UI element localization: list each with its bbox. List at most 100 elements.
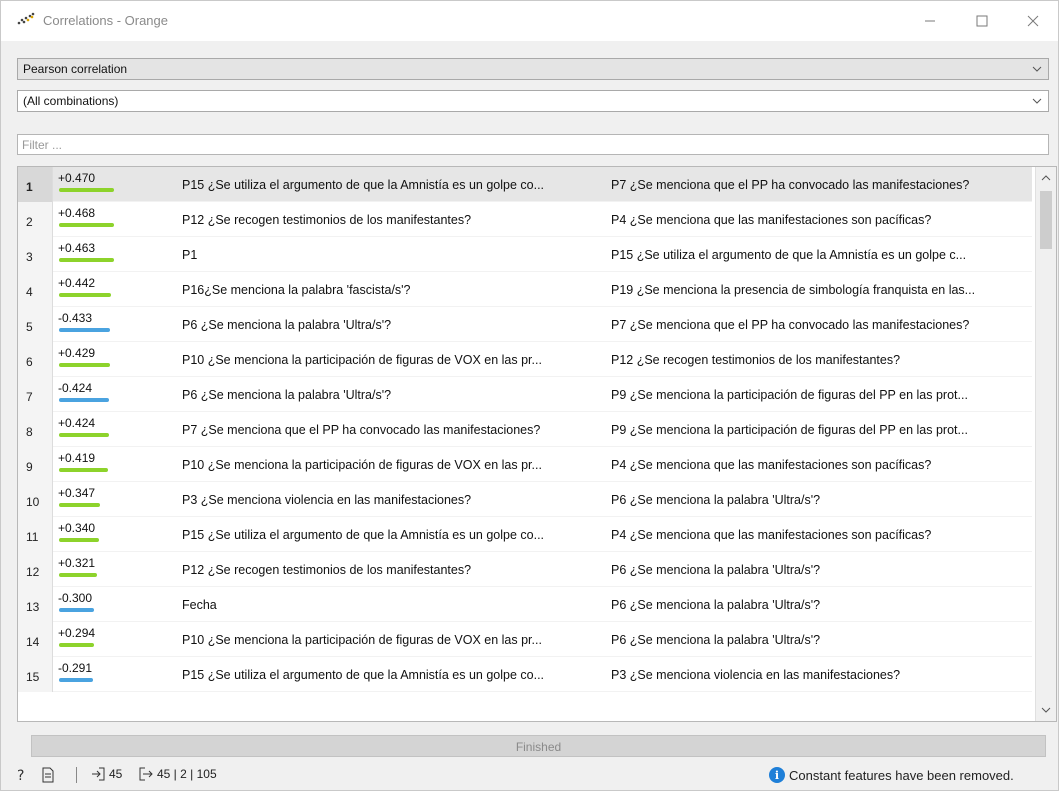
- correlation-value: +0.470: [58, 171, 96, 185]
- table-row[interactable]: 1 +0.470 P15 ¿Se utiliza el argumento de q…: [18, 167, 1032, 202]
- table-row[interactable]: 8 +0.424 P7 ¿Se menciona que el PP ha conv…: [18, 412, 1032, 447]
- correlation-value: +0.419: [58, 451, 96, 465]
- help-icon: ?: [17, 768, 24, 783]
- correlation-bar: [59, 258, 114, 262]
- correlation-value: +0.463: [58, 241, 96, 255]
- first-attribute: P10 ¿Se menciona la participación de fig…: [182, 353, 542, 367]
- status-bar: ? 45 45 | 2 | 105 i Constant features ha…: [1, 761, 1058, 789]
- feature-combination-value: (All combinations): [23, 94, 119, 108]
- filter-input[interactable]: [18, 135, 1048, 154]
- second-attribute: P4 ¿Se menciona que las manifestaciones …: [611, 458, 932, 472]
- chevron-down-icon: [1032, 66, 1042, 72]
- row-number: 2: [18, 202, 53, 237]
- output-arrow-icon: [139, 767, 153, 781]
- close-icon: [1027, 15, 1039, 27]
- correlation-value: +0.442: [58, 276, 96, 290]
- correlation-method-select[interactable]: Pearson correlation: [17, 58, 1049, 80]
- first-attribute: P12 ¿Se recogen testimonios de los manif…: [182, 213, 472, 227]
- row-number: 8: [18, 412, 53, 447]
- second-attribute: P6 ¿Se menciona la palabra 'Ultra/s'?: [611, 493, 821, 507]
- correlation-bar: [59, 188, 114, 192]
- second-attribute: P4 ¿Se menciona que las manifestaciones …: [611, 528, 932, 542]
- row-number: 9: [18, 447, 53, 482]
- correlation-value: +0.340: [58, 521, 96, 535]
- filter-box[interactable]: [17, 134, 1049, 155]
- feature-combination-select[interactable]: (All combinations): [17, 90, 1049, 112]
- info-icon: i: [769, 767, 785, 783]
- scroll-up-icon[interactable]: [1041, 173, 1051, 183]
- correlation-bar: [59, 643, 94, 647]
- table-row[interactable]: 5 -0.433 P6 ¿Se menciona la palabra 'Ultra…: [18, 307, 1032, 342]
- second-attribute: P3 ¿Se menciona violencia en las manifes…: [611, 668, 901, 682]
- table-row[interactable]: 15 -0.291 P15 ¿Se utiliza el argumento de …: [18, 657, 1032, 692]
- correlation-value: +0.294: [58, 626, 96, 640]
- table-row[interactable]: 9 +0.419 P10 ¿Se menciona la participación…: [18, 447, 1032, 482]
- second-attribute: P6 ¿Se menciona la palabra 'Ultra/s'?: [611, 598, 821, 612]
- input-arrow-icon: [92, 767, 105, 781]
- table-row[interactable]: 2 +0.468 P12 ¿Se recogen testimonios de lo…: [18, 202, 1032, 237]
- second-attribute: P6 ¿Se menciona la palabra 'Ultra/s'?: [611, 563, 821, 577]
- second-attribute: P4 ¿Se menciona que las manifestaciones …: [611, 213, 932, 227]
- first-attribute: P6 ¿Se menciona la palabra 'Ultra/s'?: [182, 318, 392, 332]
- correlations-window: Correlations - Orange Pearson correlatio…: [0, 0, 1059, 791]
- output-summary[interactable]: 45 | 2 | 105: [139, 767, 217, 781]
- title-bar[interactable]: Correlations - Orange: [1, 1, 1058, 41]
- table-row[interactable]: 11 +0.340 P15 ¿Se utiliza el argumento de …: [18, 517, 1032, 552]
- status-message[interactable]: i Constant features have been removed.: [769, 767, 1014, 783]
- correlation-value: +0.321: [58, 556, 96, 570]
- table-row[interactable]: 12 +0.321 P12 ¿Se recogen testimonios de l…: [18, 552, 1032, 587]
- report-button[interactable]: [41, 767, 55, 783]
- table-row[interactable]: 3 +0.463 P1 P15 ¿Se utiliza el argumento de…: [18, 237, 1032, 272]
- table-row[interactable]: 13 -0.300 Fecha P6 ¿Se menciona la palabra …: [18, 587, 1032, 622]
- close-button[interactable]: [1013, 7, 1053, 35]
- correlation-value: -0.424: [58, 381, 93, 395]
- status-divider: [76, 767, 77, 783]
- correlations-app-icon: [17, 12, 35, 25]
- second-attribute: P12 ¿Se recogen testimonios de los manif…: [611, 353, 901, 367]
- correlation-bar: [59, 503, 100, 507]
- correlation-bar: [59, 538, 99, 542]
- row-number: 1: [18, 167, 53, 202]
- row-number: 3: [18, 237, 53, 272]
- row-number: 13: [18, 587, 53, 622]
- row-number: 14: [18, 622, 53, 657]
- second-attribute: P7 ¿Se menciona que el PP ha convocado l…: [611, 318, 970, 332]
- scrollbar-thumb[interactable]: [1040, 191, 1052, 249]
- table-row[interactable]: 6 +0.429 P10 ¿Se menciona la participación…: [18, 342, 1032, 377]
- second-attribute: P6 ¿Se menciona la palabra 'Ultra/s'?: [611, 633, 821, 647]
- first-attribute: P6 ¿Se menciona la palabra 'Ultra/s'?: [182, 388, 392, 402]
- table-row[interactable]: 10 +0.347 P3 ¿Se menciona violencia en las…: [18, 482, 1032, 517]
- progress-bar: Finished: [31, 735, 1046, 757]
- help-button[interactable]: ?: [15, 767, 29, 783]
- minimize-icon: [925, 20, 935, 22]
- table-row[interactable]: 7 -0.424 P6 ¿Se menciona la palabra 'Ultra…: [18, 377, 1032, 412]
- correlation-bar: [59, 608, 94, 612]
- scroll-down-icon[interactable]: [1041, 705, 1051, 715]
- first-attribute: P10 ¿Se menciona la participación de fig…: [182, 458, 542, 472]
- maximize-icon: [976, 15, 988, 27]
- row-number: 7: [18, 377, 53, 412]
- correlations-table[interactable]: 1 +0.470 P15 ¿Se utiliza el argumento de q…: [17, 166, 1057, 722]
- table-row[interactable]: 14 +0.294 P10 ¿Se menciona la participació…: [18, 622, 1032, 657]
- window-title: Correlations - Orange: [43, 13, 168, 28]
- maximize-button[interactable]: [962, 7, 1002, 35]
- correlation-value: -0.291: [58, 661, 93, 675]
- second-attribute: P15 ¿Se utiliza el argumento de que la A…: [611, 248, 967, 262]
- correlation-bar: [59, 363, 110, 367]
- output-counts: 45 | 2 | 105: [157, 767, 217, 781]
- correlation-value: +0.424: [58, 416, 96, 430]
- correlation-value: -0.433: [58, 311, 93, 325]
- minimize-button[interactable]: [910, 7, 950, 35]
- input-summary[interactable]: 45: [91, 767, 122, 781]
- table-row[interactable]: 4 +0.442 P16¿Se menciona la palabra 'fasci…: [18, 272, 1032, 307]
- correlation-value: -0.300: [58, 591, 93, 605]
- vertical-scrollbar[interactable]: [1035, 167, 1056, 721]
- progress-status: Finished: [515, 740, 562, 754]
- row-number: 4: [18, 272, 53, 307]
- first-attribute: P3 ¿Se menciona violencia en las manifes…: [182, 493, 472, 507]
- second-attribute: P9 ¿Se menciona la participación de figu…: [611, 423, 968, 437]
- correlation-bar: [59, 573, 97, 577]
- correlation-value: +0.429: [58, 346, 96, 360]
- input-count: 45: [109, 767, 123, 781]
- second-attribute: P9 ¿Se menciona la participación de figu…: [611, 388, 968, 402]
